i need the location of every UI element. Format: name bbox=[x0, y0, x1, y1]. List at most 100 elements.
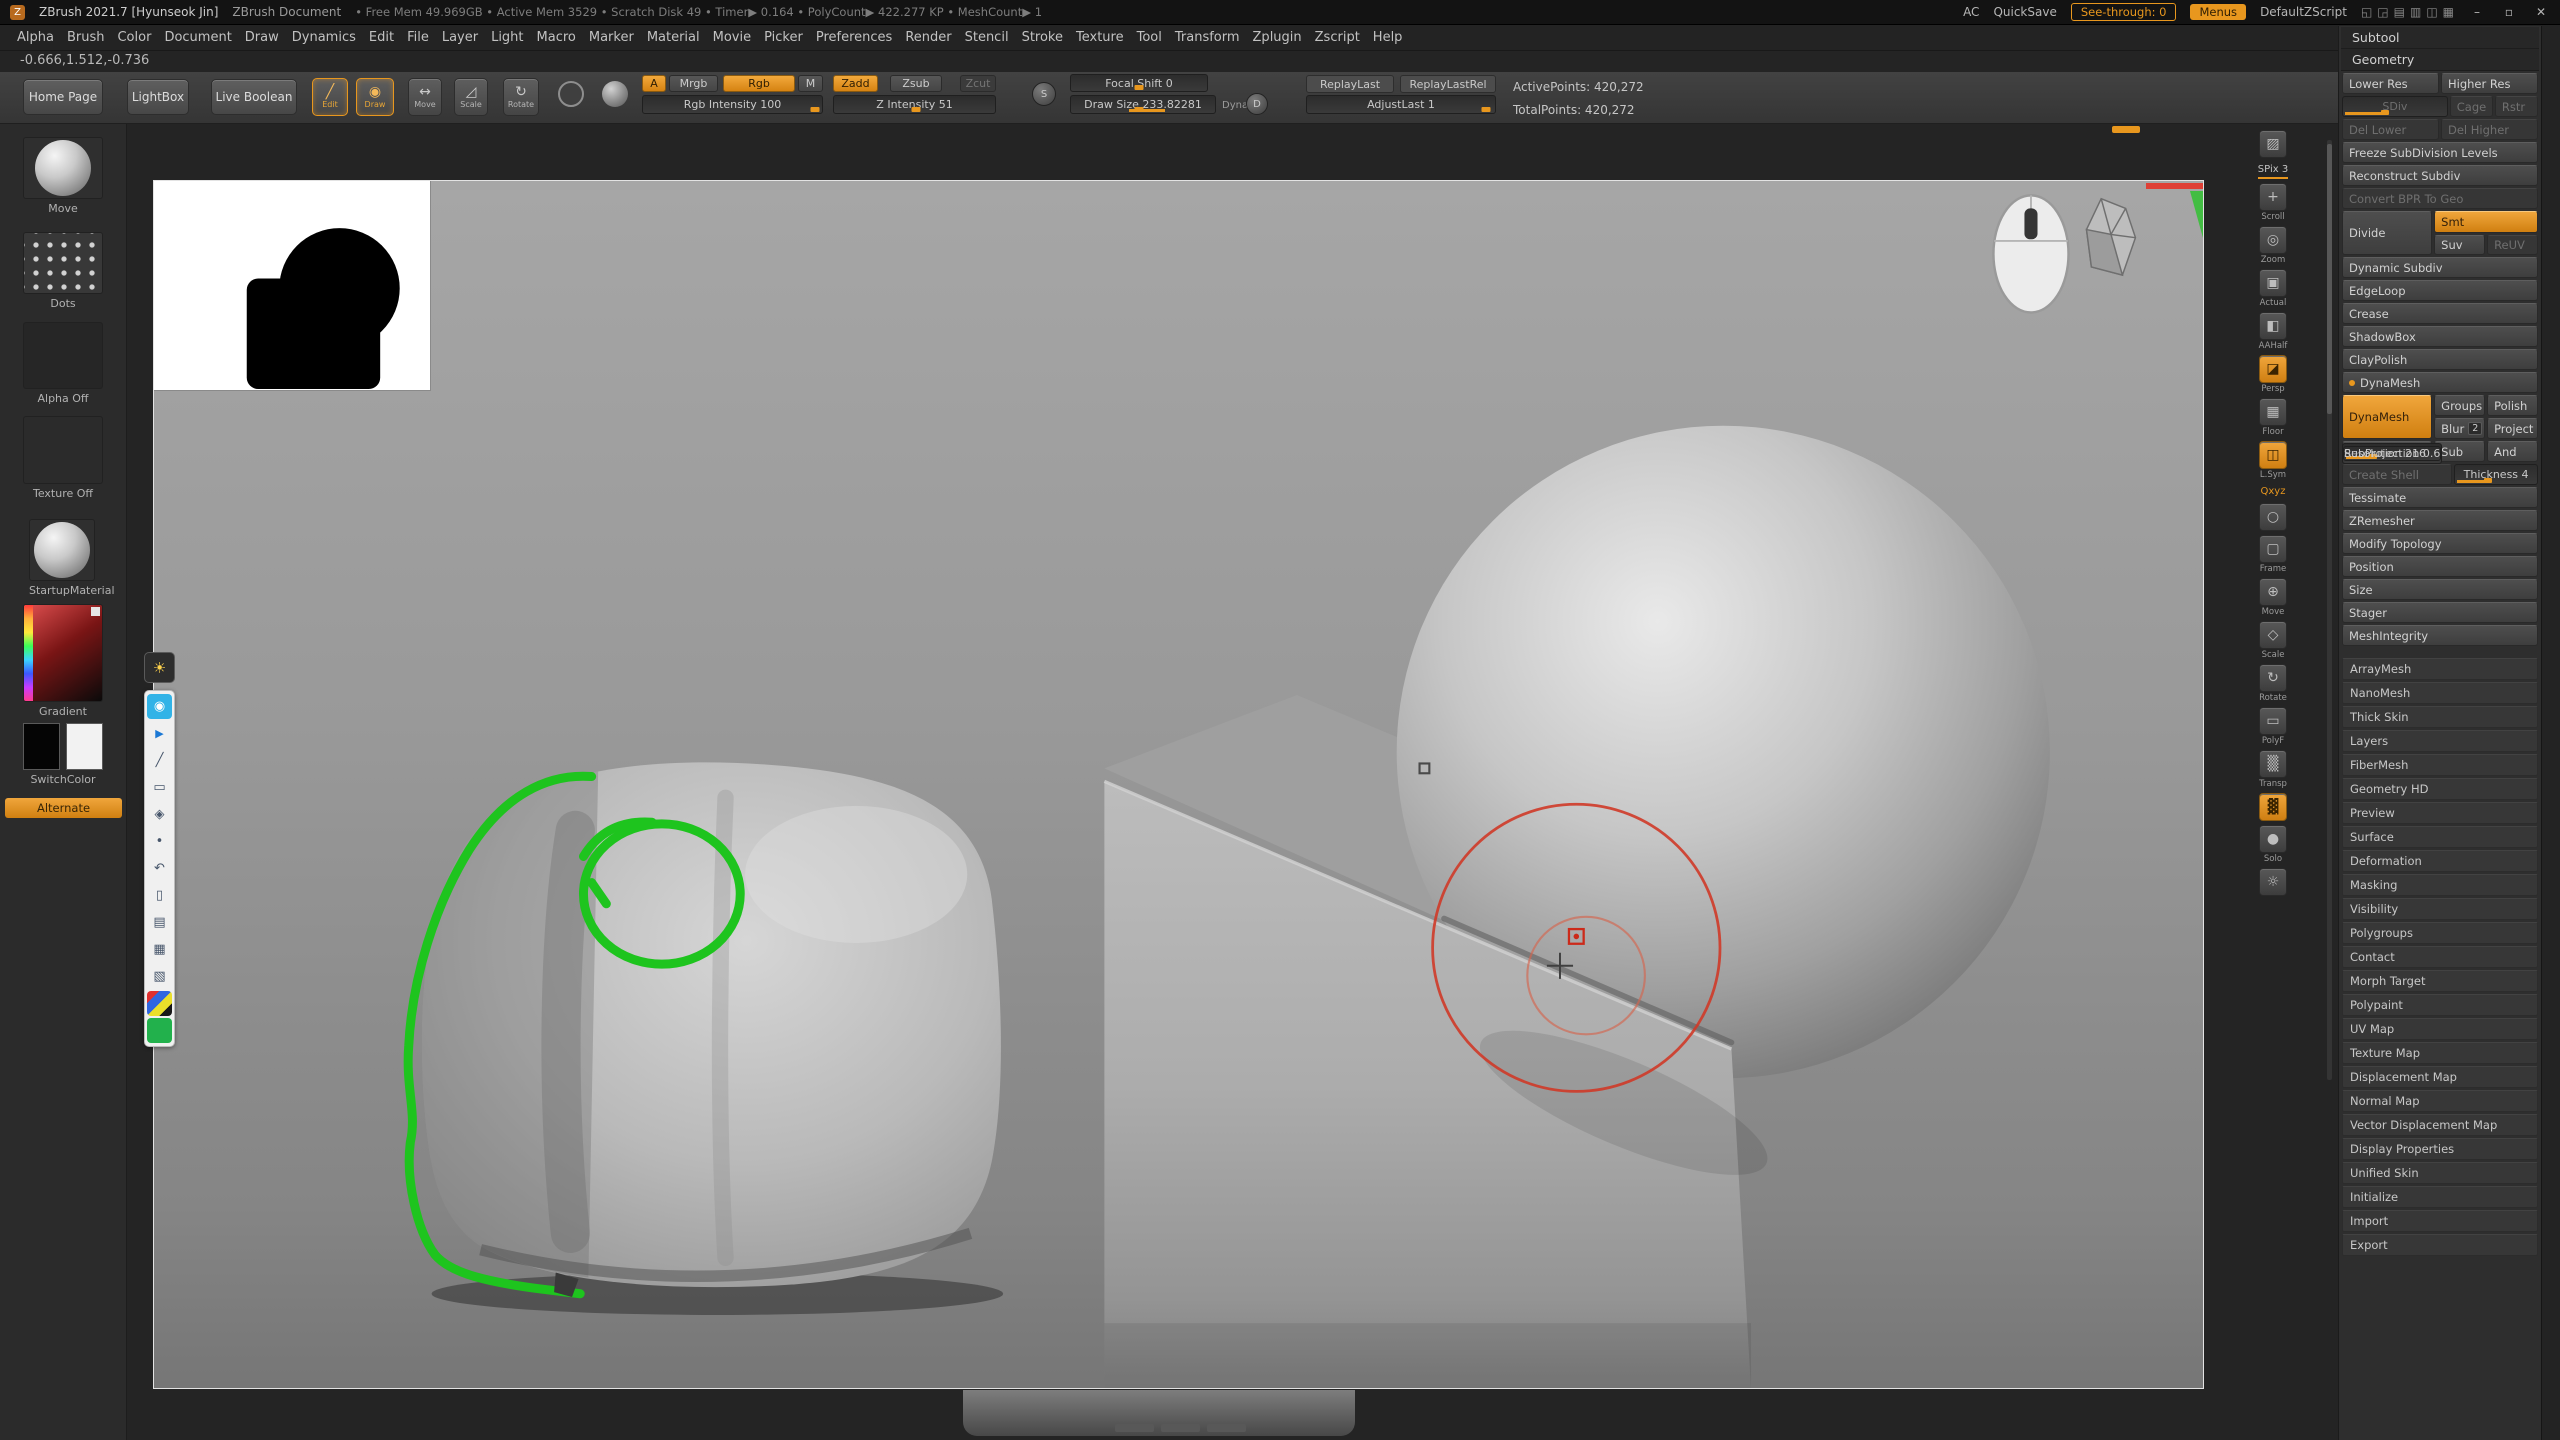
button-blur[interactable]: Blur2 bbox=[2434, 418, 2485, 439]
dots-thumbnail[interactable] bbox=[23, 232, 103, 294]
close-button[interactable]: ✕ bbox=[2532, 5, 2550, 19]
menu-zscript[interactable]: Zscript bbox=[1315, 30, 1360, 45]
adjust-last-slider[interactable]: AdjustLast 1 bbox=[1306, 95, 1496, 114]
zadd-chip[interactable]: Zadd bbox=[833, 75, 878, 92]
persp-icon[interactable]: ◪Persp bbox=[2257, 355, 2289, 394]
button-crease[interactable]: Crease bbox=[2342, 303, 2538, 324]
section-contact[interactable]: Contact bbox=[2342, 946, 2538, 968]
trash-icon[interactable]: ▯ bbox=[147, 883, 172, 908]
menu-dynamics[interactable]: Dynamics bbox=[292, 30, 356, 45]
stroke-s-badge-icon[interactable]: S bbox=[1032, 82, 1056, 106]
slider-notch[interactable] bbox=[1481, 107, 1490, 112]
interface-layout-icon[interactable]: ▤ bbox=[2394, 5, 2405, 19]
actual-size-icon[interactable]: ▣Actual bbox=[2257, 269, 2289, 308]
scroll-tool-icon[interactable]: +Scroll bbox=[2257, 183, 2289, 222]
clipboard-icon[interactable]: ▧ bbox=[147, 964, 172, 989]
default-zscript-button[interactable]: DefaultZScript bbox=[2260, 5, 2347, 19]
button-project[interactable]: Project bbox=[2487, 418, 2538, 439]
section-fibermesh[interactable]: FiberMesh bbox=[2342, 754, 2538, 776]
section-surface[interactable]: Surface bbox=[2342, 826, 2538, 848]
slider-notch[interactable] bbox=[912, 107, 921, 112]
mrgb-chip[interactable]: Mrgb bbox=[669, 75, 718, 92]
canvas-horizontal-scrollbar[interactable] bbox=[1115, 1424, 1246, 1432]
transparency-icon[interactable]: ▒Transp bbox=[2257, 750, 2289, 789]
menu-help[interactable]: Help bbox=[1373, 30, 1403, 45]
interface-layout-icon[interactable]: ▥ bbox=[2410, 5, 2421, 19]
rectangle-icon[interactable]: ▭ bbox=[147, 775, 172, 800]
section-export[interactable]: Export bbox=[2342, 1234, 2538, 1256]
menu-edit[interactable]: Edit bbox=[369, 30, 394, 45]
menu-preferences[interactable]: Preferences bbox=[816, 30, 892, 45]
button-rstr[interactable]: Rstr bbox=[2495, 96, 2538, 117]
interface-layout-icon[interactable]: ▦ bbox=[2443, 5, 2454, 19]
button-meshintegrity[interactable]: MeshIntegrity bbox=[2342, 625, 2538, 646]
see-through-slider[interactable]: See-through: 0 bbox=[2071, 3, 2177, 21]
floor-grid-icon[interactable]: ▦Floor bbox=[2257, 398, 2289, 437]
maximize-button[interactable]: ▫ bbox=[2500, 5, 2518, 19]
section-texture-map[interactable]: Texture Map bbox=[2342, 1042, 2538, 1064]
quicksave-button[interactable]: QuickSave bbox=[1993, 5, 2056, 19]
section-polygroups[interactable]: Polygroups bbox=[2342, 922, 2538, 944]
section-deformation[interactable]: Deformation bbox=[2342, 850, 2538, 872]
section-display-properties[interactable]: Display Properties bbox=[2342, 1138, 2538, 1160]
dot-icon[interactable]: • bbox=[147, 829, 172, 854]
section-import[interactable]: Import bbox=[2342, 1210, 2538, 1232]
button-reuv[interactable]: ReUV bbox=[2487, 235, 2538, 255]
slider-thickness-4[interactable]: Thickness 4 bbox=[2454, 464, 2538, 485]
section-geometry-hd[interactable]: Geometry HD bbox=[2342, 778, 2538, 800]
menu-zplugin[interactable]: Zplugin bbox=[1253, 30, 1302, 45]
focal-shift-slider[interactable]: Focal Shift 0 bbox=[1070, 74, 1208, 92]
slider-subprojection-0-6[interactable]: SubProjection 0.6 bbox=[2343, 446, 2441, 461]
scrollbar-segment[interactable] bbox=[1207, 1424, 1246, 1432]
home-page-button[interactable]: Home Page bbox=[23, 79, 103, 115]
printer-icon[interactable]: ▤ bbox=[147, 910, 172, 935]
slider-notch[interactable] bbox=[810, 107, 819, 112]
scrollbar-segment[interactable] bbox=[1115, 1424, 1154, 1432]
menu-file[interactable]: File bbox=[407, 30, 429, 45]
button-groups[interactable]: Groups bbox=[2434, 395, 2485, 416]
interface-layout-icon[interactable]: ◫ bbox=[2426, 5, 2437, 19]
stroke-preview-icon[interactable] bbox=[558, 81, 584, 107]
move-gizmo-icon[interactable]: ⊕Move bbox=[2257, 578, 2289, 617]
subtool-palette-header[interactable]: Subtool bbox=[2341, 27, 2539, 49]
menu-color[interactable]: Color bbox=[117, 30, 151, 45]
m-chip[interactable]: M bbox=[798, 75, 823, 92]
button-create-shell[interactable]: Create Shell bbox=[2342, 464, 2452, 485]
replay-last-rel-button[interactable]: ReplayLastRel bbox=[1400, 75, 1496, 93]
section-visibility[interactable]: Visibility bbox=[2342, 898, 2538, 920]
material-preview-icon[interactable] bbox=[602, 81, 628, 107]
button-lower-res[interactable]: Lower Res bbox=[2342, 73, 2439, 94]
button-edgeloop[interactable]: EdgeLoop bbox=[2342, 280, 2538, 301]
startupmaterial-thumbnail[interactable] bbox=[29, 519, 95, 581]
section-masking[interactable]: Masking bbox=[2342, 874, 2538, 896]
button-higher-res[interactable]: Higher Res bbox=[2441, 73, 2538, 94]
menu-movie[interactable]: Movie bbox=[713, 30, 751, 45]
menu-transform[interactable]: Transform bbox=[1175, 30, 1240, 45]
section-normal-map[interactable]: Normal Map bbox=[2342, 1090, 2538, 1112]
zcut-chip[interactable]: Zcut bbox=[960, 75, 996, 92]
panel-vertical-scrollbar[interactable] bbox=[2327, 140, 2332, 1080]
button-smt[interactable]: Smt bbox=[2434, 211, 2538, 233]
button-claypolish[interactable]: ClayPolish bbox=[2342, 349, 2538, 370]
zoom-tool-icon[interactable]: ◎Zoom bbox=[2257, 226, 2289, 265]
button-del-lower[interactable]: Del Lower bbox=[2342, 119, 2439, 140]
button-convert-bpr-to-geo[interactable]: Convert BPR To Geo bbox=[2342, 188, 2538, 209]
menu-material[interactable]: Material bbox=[647, 30, 700, 45]
menu-marker[interactable]: Marker bbox=[589, 30, 634, 45]
brush-stroke-preview-icon[interactable]: ▨ bbox=[2257, 130, 2289, 158]
menus-toggle-button[interactable]: Menus bbox=[2190, 4, 2246, 20]
zsub-chip[interactable]: Zsub bbox=[890, 75, 942, 92]
menu-light[interactable]: Light bbox=[491, 30, 523, 45]
draw-indicator-icon[interactable]: ○ bbox=[2257, 503, 2289, 531]
section-morph-target[interactable]: Morph Target bbox=[2342, 970, 2538, 992]
switchcolor-thumbnail[interactable] bbox=[23, 723, 103, 770]
section-uv-map[interactable]: UV Map bbox=[2342, 1018, 2538, 1040]
button-shadowbox[interactable]: ShadowBox bbox=[2342, 326, 2538, 347]
move-button[interactable]: ↔ Move bbox=[408, 78, 442, 116]
rgb-chip[interactable]: Rgb bbox=[723, 75, 795, 92]
menu-macro[interactable]: Macro bbox=[537, 30, 576, 45]
frame-icon[interactable]: ▢Frame bbox=[2257, 535, 2289, 574]
replay-last-button[interactable]: ReplayLast bbox=[1306, 75, 1394, 93]
green-pen-swatch[interactable] bbox=[147, 1018, 172, 1043]
interface-layout-icon[interactable]: ◲ bbox=[2377, 5, 2388, 19]
